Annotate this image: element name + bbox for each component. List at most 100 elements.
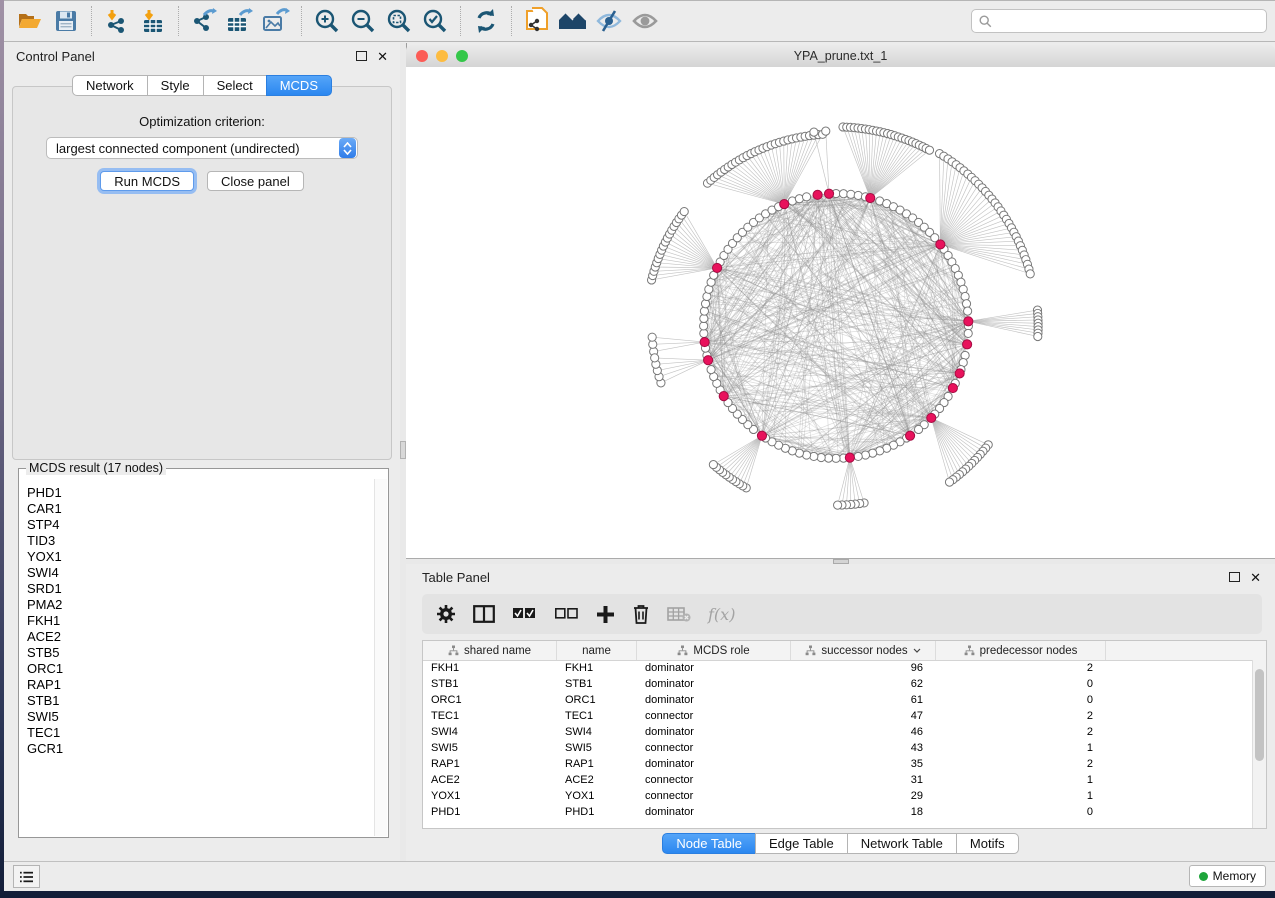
- optimization-criterion-select[interactable]: largest connected component (undirected): [46, 137, 358, 159]
- export-network-button[interactable]: [186, 4, 222, 38]
- column-header-MCDS-role[interactable]: MCDS role: [637, 641, 791, 660]
- column-header-name[interactable]: name: [557, 641, 637, 660]
- table-cell[interactable]: 1: [936, 773, 1106, 789]
- table-cell[interactable]: 1: [936, 789, 1106, 805]
- table-row[interactable]: STB1STB1dominator620: [423, 677, 1266, 693]
- table-cell[interactable]: 43: [791, 741, 936, 757]
- table-cell[interactable]: 61: [791, 693, 936, 709]
- open-session-button[interactable]: [12, 4, 48, 38]
- table-cell[interactable]: ACE2: [557, 773, 637, 789]
- mcds-result-item[interactable]: STB1: [27, 693, 374, 709]
- column-header-successor-nodes[interactable]: successor nodes: [791, 641, 936, 660]
- tab-node-table[interactable]: Node Table: [662, 833, 756, 854]
- table-cell[interactable]: 2: [936, 661, 1106, 677]
- mcds-result-item[interactable]: STB5: [27, 645, 374, 661]
- close-panel-button[interactable]: Close panel: [207, 171, 304, 191]
- mcds-result-item[interactable]: CAR1: [27, 501, 374, 517]
- mcds-result-item[interactable]: SWI4: [27, 565, 374, 581]
- search-field[interactable]: [971, 9, 1267, 33]
- table-scrollbar[interactable]: [1252, 660, 1266, 828]
- mcds-result-item[interactable]: PMA2: [27, 597, 374, 613]
- delete-table-button[interactable]: [667, 606, 691, 622]
- home-button[interactable]: [555, 4, 591, 38]
- mcds-result-item[interactable]: YOX1: [27, 549, 374, 565]
- mcds-result-item[interactable]: ACE2: [27, 629, 374, 645]
- table-cell[interactable]: 47: [791, 709, 936, 725]
- table-cell[interactable]: connector: [637, 773, 791, 789]
- zoom-fit-button[interactable]: [381, 4, 417, 38]
- table-cell[interactable]: STB1: [557, 677, 637, 693]
- table-cell[interactable]: 29: [791, 789, 936, 805]
- close-panel-icon[interactable]: ✕: [1250, 571, 1261, 584]
- table-cell[interactable]: connector: [637, 709, 791, 725]
- delete-column-button[interactable]: [632, 604, 650, 624]
- close-panel-icon[interactable]: ✕: [377, 50, 388, 63]
- table-cell[interactable]: RAP1: [423, 757, 557, 773]
- tab-network[interactable]: Network: [72, 75, 148, 96]
- table-cell[interactable]: TEC1: [557, 709, 637, 725]
- table-cell[interactable]: dominator: [637, 805, 791, 821]
- function-builder-button[interactable]: f(x): [708, 605, 735, 624]
- table-cell[interactable]: PHD1: [557, 805, 637, 821]
- table-cell[interactable]: FKH1: [423, 661, 557, 677]
- table-cell[interactable]: 2: [936, 757, 1106, 773]
- import-table-button[interactable]: [135, 4, 171, 38]
- mcds-result-item[interactable]: ORC1: [27, 661, 374, 677]
- table-cell[interactable]: 0: [936, 693, 1106, 709]
- float-panel-icon[interactable]: [356, 51, 367, 61]
- table-cell[interactable]: PHD1: [423, 805, 557, 821]
- table-cell[interactable]: connector: [637, 741, 791, 757]
- table-cell[interactable]: ORC1: [557, 693, 637, 709]
- table-row[interactable]: PHD1PHD1dominator180: [423, 805, 1266, 821]
- select-all-button[interactable]: [512, 607, 537, 621]
- table-cell[interactable]: SWI4: [557, 725, 637, 741]
- table-row[interactable]: TEC1TEC1connector472: [423, 709, 1266, 725]
- table-settings-button[interactable]: [436, 604, 456, 624]
- table-cell[interactable]: FKH1: [557, 661, 637, 677]
- table-cell[interactable]: 18: [791, 805, 936, 821]
- table-cell[interactable]: ACE2: [423, 773, 557, 789]
- tab-network-table[interactable]: Network Table: [847, 833, 957, 854]
- search-input[interactable]: [997, 13, 1259, 29]
- table-cell[interactable]: dominator: [637, 725, 791, 741]
- mcds-result-list[interactable]: PHD1CAR1STP4TID3YOX1SWI4SRD1PMA2FKH1ACE2…: [20, 479, 374, 836]
- table-cell[interactable]: SWI5: [557, 741, 637, 757]
- table-cell[interactable]: STB1: [423, 677, 557, 693]
- mcds-list-scrollbar[interactable]: [374, 479, 387, 836]
- table-cell[interactable]: 46: [791, 725, 936, 741]
- deselect-all-button[interactable]: [554, 607, 579, 621]
- zoom-selected-button[interactable]: [417, 4, 453, 38]
- import-network-button[interactable]: [99, 4, 135, 38]
- table-cell[interactable]: 1: [936, 741, 1106, 757]
- table-cell[interactable]: dominator: [637, 693, 791, 709]
- table-cell[interactable]: 96: [791, 661, 936, 677]
- table-row[interactable]: SWI4SWI4dominator462: [423, 725, 1266, 741]
- memory-button[interactable]: Memory: [1189, 865, 1266, 887]
- zoom-out-button[interactable]: [345, 4, 381, 38]
- table-cell[interactable]: YOX1: [557, 789, 637, 805]
- mcds-result-item[interactable]: TEC1: [27, 725, 374, 741]
- tab-edge-table[interactable]: Edge Table: [755, 833, 848, 854]
- table-cell[interactable]: dominator: [637, 757, 791, 773]
- mcds-result-item[interactable]: FKH1: [27, 613, 374, 629]
- table-cell[interactable]: 31: [791, 773, 936, 789]
- float-panel-icon[interactable]: [1229, 572, 1240, 582]
- column-header-shared-name[interactable]: shared name: [423, 641, 557, 660]
- split-view-button[interactable]: [473, 605, 495, 623]
- tab-style[interactable]: Style: [147, 75, 204, 96]
- table-row[interactable]: ACE2ACE2connector311: [423, 773, 1266, 789]
- column-header-predecessor-nodes[interactable]: predecessor nodes: [936, 641, 1106, 660]
- refresh-button[interactable]: [468, 4, 504, 38]
- network-window-titlebar[interactable]: YPA_prune.txt_1: [406, 45, 1275, 68]
- table-cell[interactable]: dominator: [637, 677, 791, 693]
- table-row[interactable]: YOX1YOX1connector291: [423, 789, 1266, 805]
- mcds-result-item[interactable]: TID3: [27, 533, 374, 549]
- table-row[interactable]: SWI5SWI5connector431: [423, 741, 1266, 757]
- table-row[interactable]: RAP1RAP1dominator352: [423, 757, 1266, 773]
- add-column-button[interactable]: [596, 605, 615, 624]
- mcds-result-item[interactable]: RAP1: [27, 677, 374, 693]
- run-mcds-button[interactable]: Run MCDS: [100, 171, 194, 191]
- table-cell[interactable]: 0: [936, 805, 1106, 821]
- clone-network-button[interactable]: [519, 4, 555, 38]
- mcds-result-item[interactable]: SWI5: [27, 709, 374, 725]
